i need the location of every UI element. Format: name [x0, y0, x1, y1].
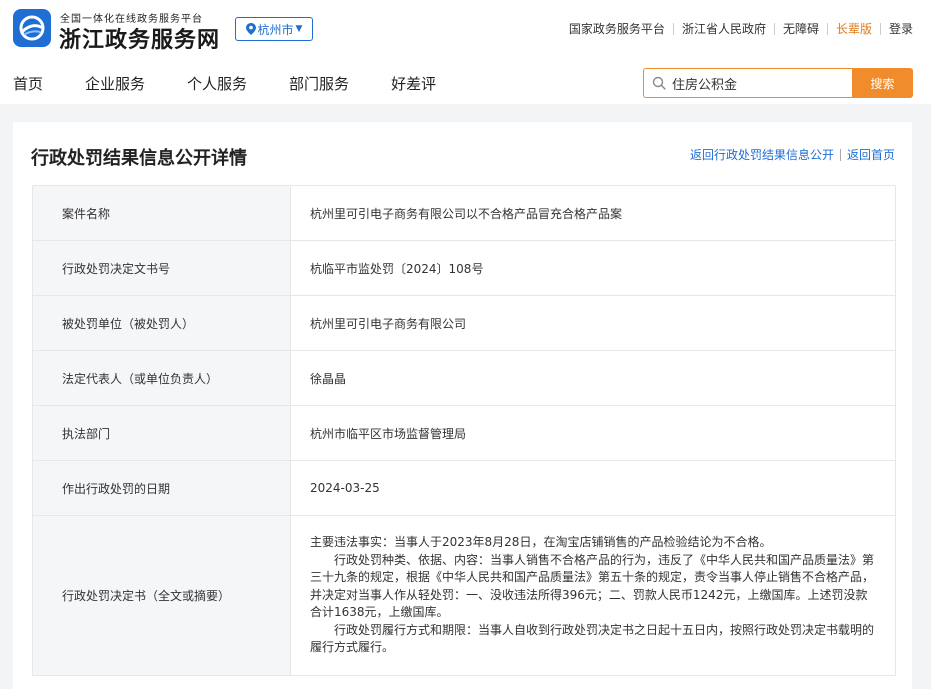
table-row: 执法部门 杭州市临平区市场监督管理局 — [32, 405, 896, 461]
table-row: 行政处罚决定文书号 杭临平市监处罚〔2024〕108号 — [32, 240, 896, 296]
row-value: 徐晶晶 — [290, 350, 896, 406]
table-row: 被处罚单位（被处罚人） 杭州里可引电子商务有限公司 — [32, 295, 896, 351]
location-pin-icon — [245, 23, 256, 35]
nav-item-home[interactable]: 首页 — [13, 73, 43, 94]
table-row: 案件名称 杭州里可引电子商务有限公司以不合格产品冒充合格产品案 — [32, 185, 896, 241]
top-header: 全国一体化在线政务服务平台 浙江政务服务网 杭州市 ▼ 国家政务服务平台 浙江省… — [0, 0, 931, 104]
link-login[interactable]: 登录 — [881, 20, 913, 37]
link-national-platform[interactable]: 国家政务服务平台 — [561, 20, 673, 37]
row-value: 2024-03-25 — [290, 460, 896, 516]
nav-item-rating[interactable]: 好差评 — [391, 73, 436, 94]
nav-item-personal[interactable]: 个人服务 — [187, 73, 247, 94]
detail-table: 案件名称 杭州里可引电子商务有限公司以不合格产品冒充合格产品案 行政处罚决定文书… — [32, 185, 896, 676]
row-label: 案件名称 — [32, 185, 291, 241]
nav-item-department[interactable]: 部门服务 — [289, 73, 349, 94]
card-links: 返回行政处罚结果信息公开 返回首页 — [690, 146, 895, 163]
link-elder-mode[interactable]: 长辈版 — [828, 20, 880, 37]
main-nav: 首页 企业服务 个人服务 部门服务 好差评 — [13, 73, 478, 94]
page-title: 行政处罚结果信息公开详情 — [31, 148, 247, 169]
back-home-link[interactable]: 返回首页 — [847, 146, 895, 163]
link-provincial-government[interactable]: 浙江省人民政府 — [674, 20, 774, 37]
decision-paragraph: 行政处罚种类、依据、内容：当事人销售不合格产品的行为，违反了《中华人民共和国产品… — [310, 552, 875, 620]
logo-title[interactable]: 浙江政务服务网 — [59, 22, 220, 54]
table-row: 行政处罚决定书（全文或摘要） 主要违法事实：当事人于2023年8月28日，在淘宝… — [32, 515, 896, 676]
caret-down-icon: ▼ — [295, 24, 303, 34]
back-to-list-link[interactable]: 返回行政处罚结果信息公开 — [690, 146, 834, 163]
row-value: 杭州里可引电子商务有限公司以不合格产品冒充合格产品案 — [290, 185, 896, 241]
row-label: 执法部门 — [32, 405, 291, 461]
search-input[interactable] — [672, 75, 842, 91]
decision-text: 主要违法事实：当事人于2023年8月28日，在淘宝店铺销售的产品检验结论为不合格… — [290, 515, 896, 676]
search-button[interactable]: 搜索 — [852, 68, 913, 98]
logo-swirl-icon — [19, 15, 45, 41]
city-selector[interactable]: 杭州市 ▼ — [235, 17, 313, 41]
table-row: 作出行政处罚的日期 2024-03-25 — [32, 460, 896, 516]
row-label: 作出行政处罚的日期 — [32, 460, 291, 516]
decision-paragraph: 主要违法事实：当事人于2023年8月28日，在淘宝店铺销售的产品检验结论为不合格… — [310, 535, 772, 549]
link-accessibility[interactable]: 无障碍 — [775, 20, 827, 37]
decision-paragraph: 行政处罚履行方式和期限：当事人自收到行政处罚决定书之日起十五日内，按照行政处罚决… — [310, 622, 875, 655]
row-label: 行政处罚决定书（全文或摘要） — [32, 515, 291, 676]
table-row: 法定代表人（或单位负责人） 徐晶晶 — [32, 350, 896, 406]
row-label: 行政处罚决定文书号 — [32, 240, 291, 296]
row-value: 杭州里可引电子商务有限公司 — [290, 295, 896, 351]
divider — [839, 148, 841, 161]
row-label: 法定代表人（或单位负责人） — [32, 350, 291, 406]
top-links: 国家政务服务平台 浙江省人民政府 无障碍 长辈版 登录 — [561, 20, 913, 37]
row-value: 杭临平市监处罚〔2024〕108号 — [290, 240, 896, 296]
row-value: 杭州市临平区市场监督管理局 — [290, 405, 896, 461]
search-box — [643, 68, 852, 98]
nav-item-enterprise[interactable]: 企业服务 — [85, 73, 145, 94]
row-label: 被处罚单位（被处罚人） — [32, 295, 291, 351]
city-label: 杭州市 — [257, 22, 294, 37]
search-icon — [652, 76, 666, 90]
detail-card: 行政处罚结果信息公开详情 返回行政处罚结果信息公开 返回首页 案件名称 杭州里可… — [13, 122, 912, 689]
zhejiang-logo-icon[interactable] — [13, 9, 51, 47]
search-bar: 搜索 — [643, 68, 913, 98]
